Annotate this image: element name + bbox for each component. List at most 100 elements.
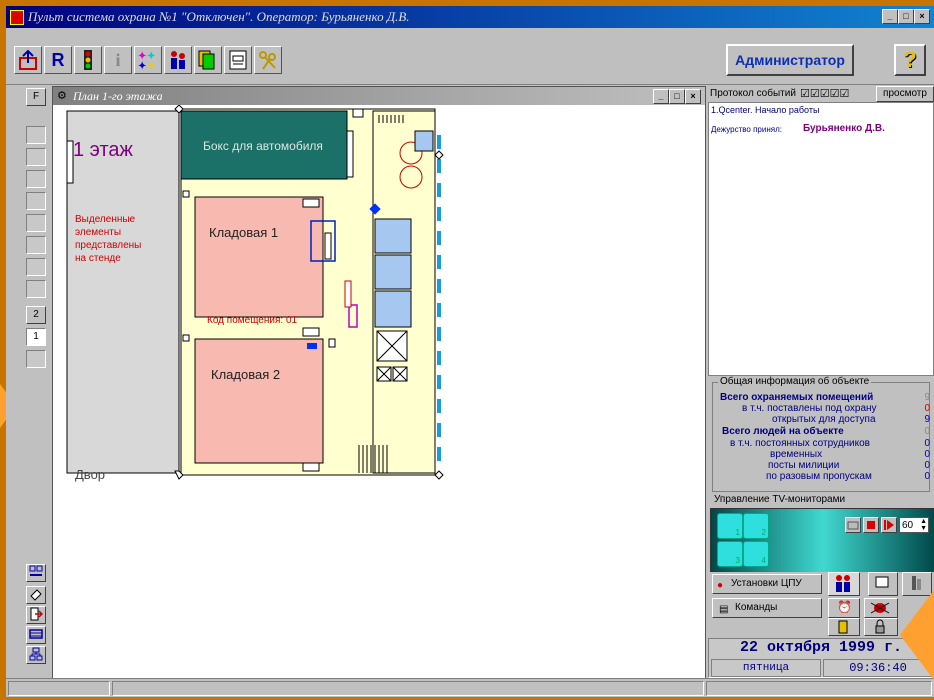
documents-button[interactable] [194,46,222,74]
tv-control-title: Управление TV-мониторами [714,494,846,505]
layout-tool-button[interactable] [26,564,46,582]
r-button[interactable]: R [44,46,72,74]
interval-stepper[interactable]: 60 ▲ ▼ [899,517,929,533]
traffic-light-button[interactable] [74,46,102,74]
lock-button[interactable] [864,618,898,636]
eraser-tool-button[interactable] [26,586,46,604]
door-button[interactable] [828,618,860,636]
event-filter-checkboxes[interactable]: ☑☑☑☑☑ [800,87,849,100]
tv-cell-4[interactable]: 4 [743,541,769,567]
grid-icon [29,565,43,576]
people-button[interactable] [164,46,192,74]
camera-button[interactable] [845,517,861,533]
status-bar [6,678,934,697]
network-tool-button[interactable] [26,646,46,664]
stairs-top [378,115,404,123]
help-button[interactable]: ? [894,44,926,76]
play-button[interactable] [881,517,897,533]
door[interactable] [324,232,332,260]
exit-tool-button[interactable] [26,606,46,624]
cabin-room[interactable] [374,290,412,328]
plan-canvas: 1 этаж Выделенные элементы представлены … [53,104,705,679]
commands-button[interactable]: ▤ Команды [712,598,822,618]
app-icon [10,10,24,25]
door-icon [838,620,848,634]
camera-marker[interactable] [307,343,317,349]
general-info-panel: Общая информация об объекте Всего охраня… [708,376,934,494]
floor-slot[interactable] [26,126,46,144]
tv-monitor-bar: 1 2 3 4 60 ▲ ▼ [710,508,934,574]
door-sensor[interactable] [302,327,320,337]
alarm-clock-button[interactable]: ⏰ [828,598,860,618]
stepper-arrows-icon[interactable]: ▲ ▼ [920,518,927,532]
room-code-label: Код помещения: 01 [207,315,298,326]
monitor-button[interactable] [868,572,898,596]
event-log[interactable]: 1.Qcenter. Начало работы Дежурство приня… [708,102,934,376]
f-button[interactable]: F [26,88,46,106]
close-button[interactable]: × [914,9,930,24]
plan-title: План 1-го этажа [73,89,163,103]
title-bar: Пульт система охрана №1 "Отключен". Опер… [6,6,934,28]
cpu-settings-button[interactable]: ● Установки ЦПУ [712,574,822,594]
floor-slot[interactable] [26,280,46,298]
info-button[interactable]: i [104,46,132,74]
floor-2-button[interactable]: 2 [26,306,46,324]
commands-icon: ▤ [719,604,729,615]
maximize-button[interactable]: □ [898,9,914,24]
commands-label: Команды [735,602,778,613]
info-value: 0 [924,460,930,471]
storeroom-1[interactable] [194,196,324,318]
floor-plan-drawing [66,104,444,480]
status-cell [706,681,932,696]
tv-cell-3[interactable]: 3 [717,541,743,567]
exit-icon [30,607,44,621]
floor-slot[interactable] [26,170,46,188]
info-label: в т.ч. постоянных сотрудников [730,438,870,449]
floor-slot[interactable] [26,214,46,232]
plan-maximize-button[interactable]: □ [669,89,685,104]
info-label: открытых для доступа [772,414,876,425]
view-button[interactable]: просмотр [876,86,934,102]
yard-area[interactable] [66,110,180,474]
administrator-button[interactable]: Администратор [726,44,854,76]
minimize-button[interactable]: _ [882,9,898,24]
tv-control-panel: Управление TV-мониторами 1 2 3 4 60 ▲ ▼ [708,494,934,574]
camera-icon [847,521,859,530]
people-icon [836,575,850,592]
floor-slot[interactable] [26,258,46,276]
door[interactable] [346,130,354,178]
plan-minimize-button[interactable]: _ [653,89,669,104]
main-window: Пульт система охрана №1 "Отключен". Опер… [6,6,934,697]
floor-1-button[interactable]: 1 [26,328,46,346]
note-line: на стенде [75,253,121,264]
plan-close-button[interactable]: × [685,89,701,104]
cabin-room[interactable] [374,254,412,290]
cpu-settings-label: Установки ЦПУ [731,578,802,589]
floor-slot[interactable] [26,350,46,368]
info-label: Всего охраняемых помещений [720,392,874,403]
floor-slot[interactable] [26,148,46,166]
right-arrow-decoration [900,590,934,680]
floor-slot[interactable] [26,236,46,254]
keys-button[interactable] [254,46,282,74]
door-sensor[interactable] [302,198,320,208]
stop-button[interactable] [863,517,879,533]
note-line: представлены [75,240,142,251]
door-sensor[interactable] [302,462,320,472]
storeroom-2[interactable] [194,338,324,464]
printer-button[interactable] [224,46,252,74]
cabin-room[interactable] [374,218,412,254]
export-button[interactable] [14,46,42,74]
svg-text:✦: ✦ [138,61,146,71]
tv-cell-2[interactable]: 2 [743,513,769,539]
film-tool-button[interactable] [26,626,46,644]
people-control-button[interactable] [828,572,860,596]
info-label: посты милиции [768,460,840,471]
sparkle-button[interactable]: ✦ ✦ ✦ ✦ [134,46,162,74]
note-line: элементы [75,227,122,238]
bug-button[interactable] [864,598,898,618]
floor-slot[interactable] [26,192,46,210]
tv-cell-1[interactable]: 1 [717,513,743,539]
floor-label: 1 этаж [73,139,133,161]
cabin-room[interactable] [414,130,434,152]
